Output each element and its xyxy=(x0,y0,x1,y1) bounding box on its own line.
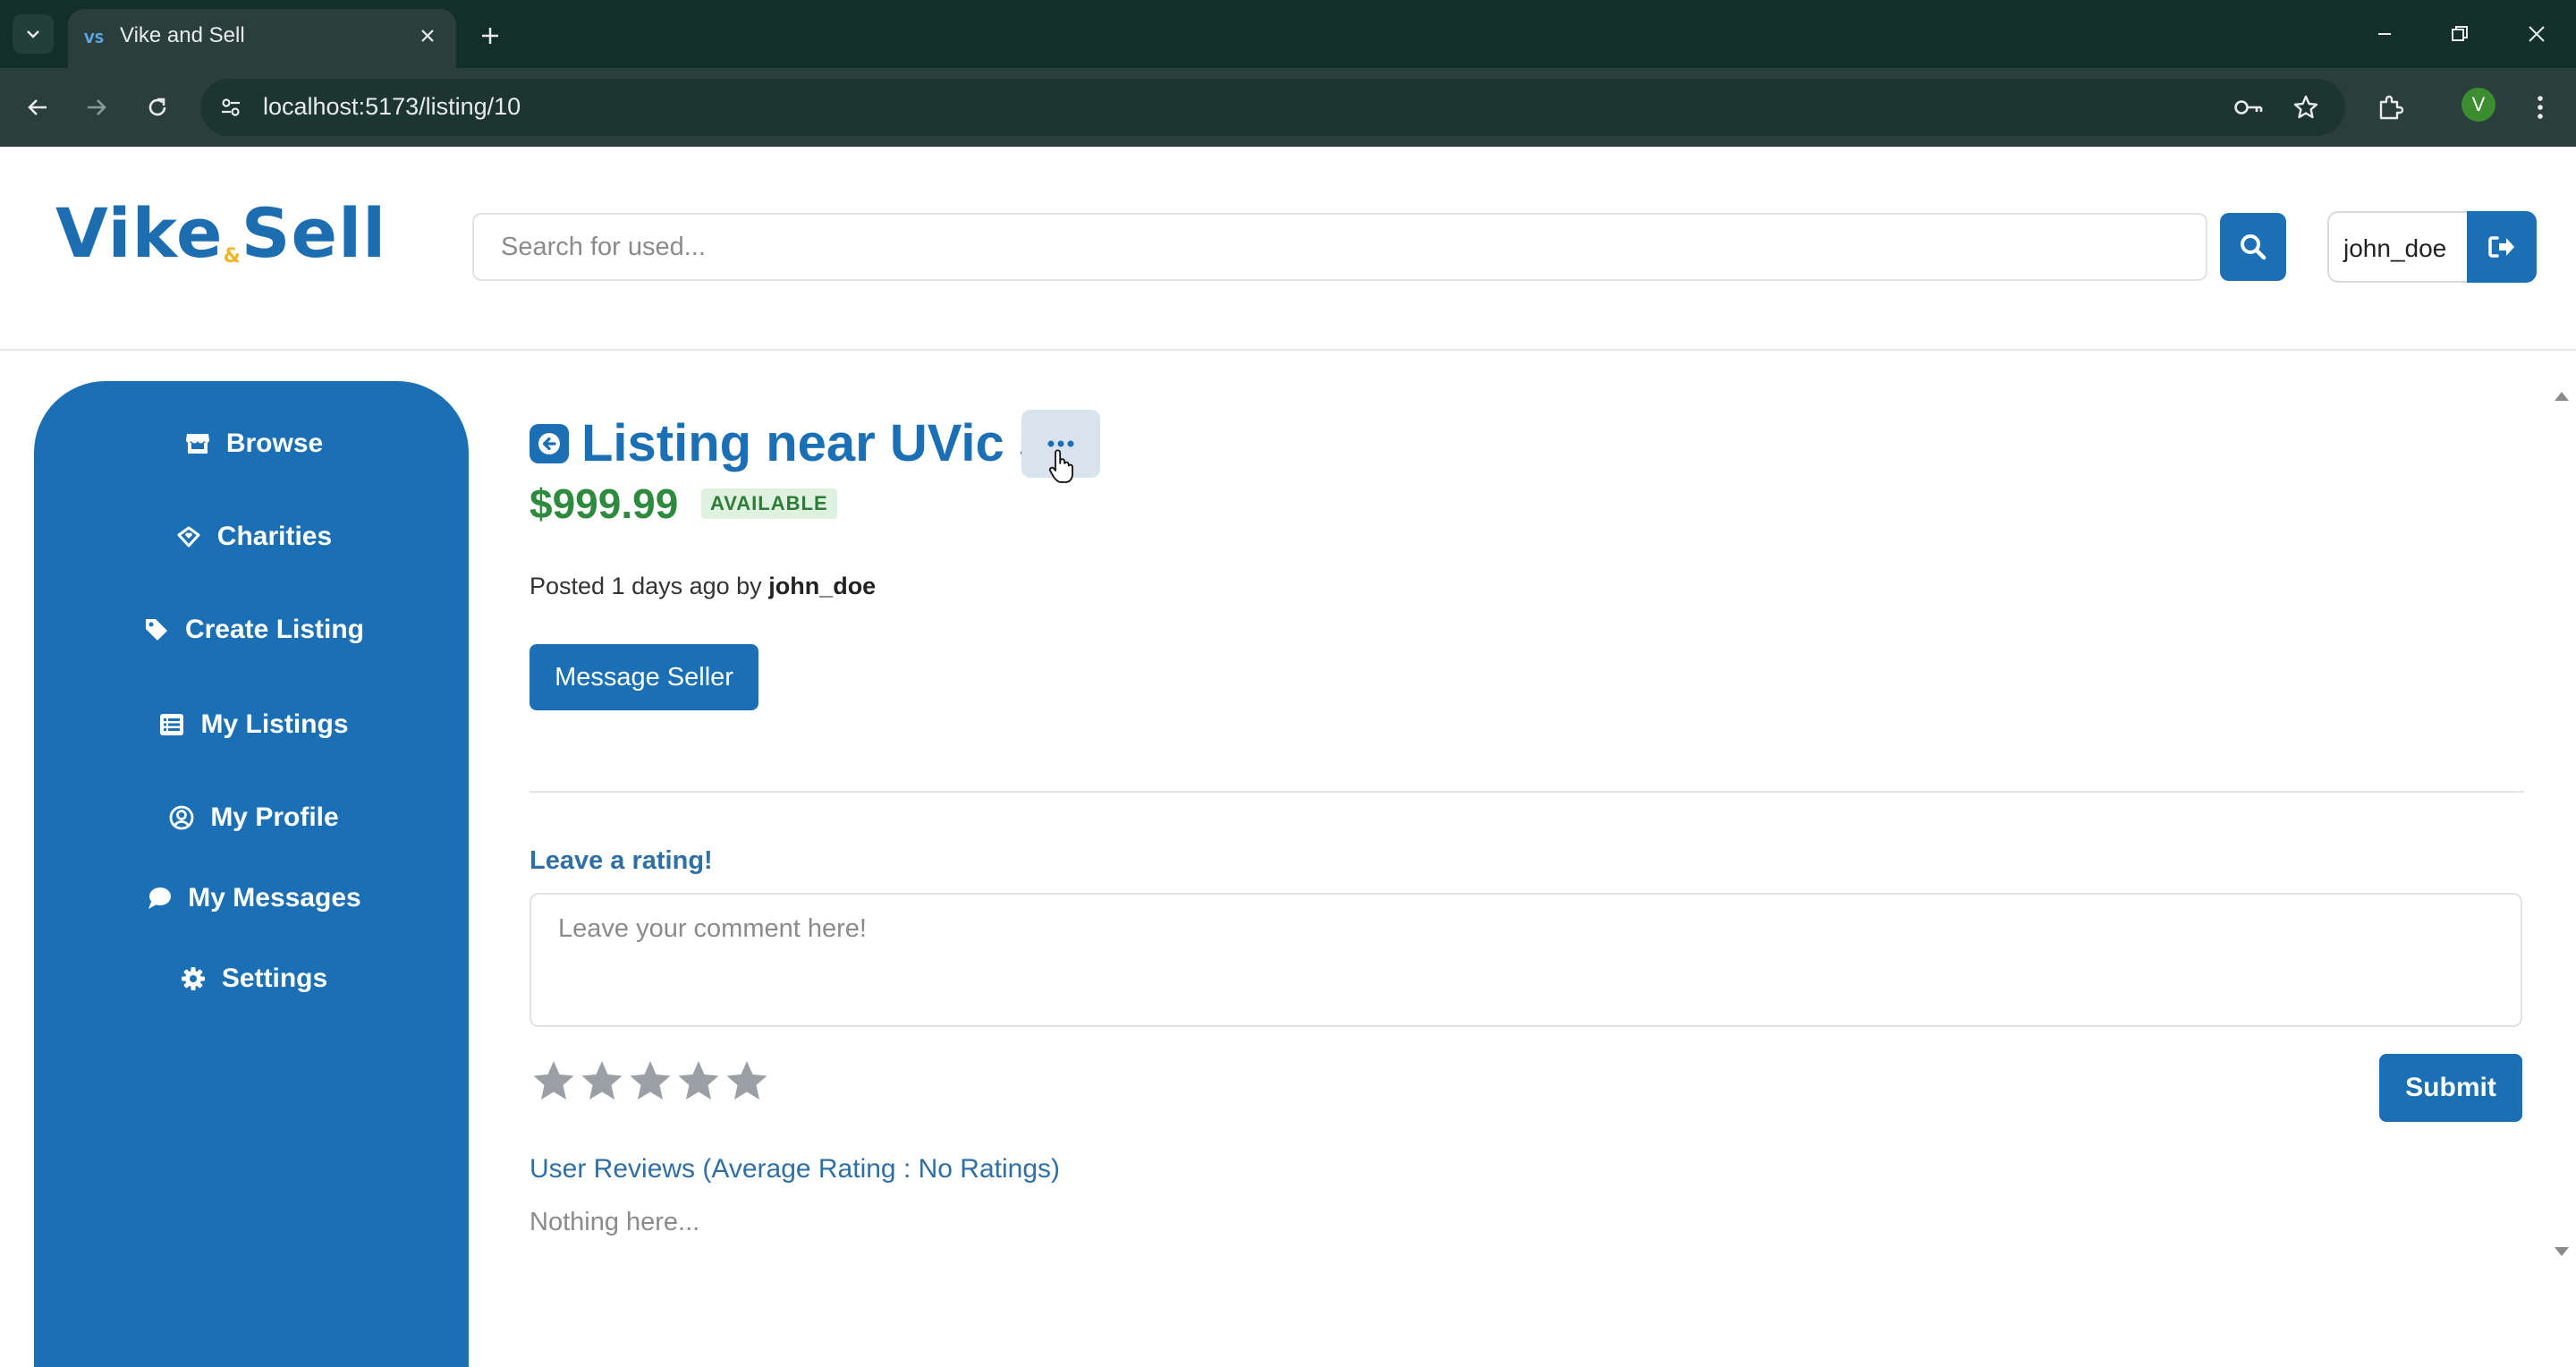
sidebar-item-my-listings[interactable]: My Listings xyxy=(34,698,469,751)
chat-bubble-icon xyxy=(141,880,177,916)
sidebar: Browse Charities Create Listing My Listi… xyxy=(34,381,469,1367)
star-1-icon[interactable] xyxy=(530,1057,578,1106)
arrow-right-icon xyxy=(88,99,106,115)
password-key-button[interactable] xyxy=(2229,88,2268,127)
reload-icon xyxy=(148,98,166,116)
divider xyxy=(530,791,2524,793)
close-icon xyxy=(421,30,434,42)
page-scrollbar[interactable] xyxy=(2547,381,2576,1276)
minimize-icon xyxy=(2378,33,2391,35)
browser-menu-button[interactable] xyxy=(2519,86,2562,129)
comment-textarea[interactable]: Leave your comment here! xyxy=(530,893,2522,1027)
sidebar-item-charities[interactable]: Charities xyxy=(34,510,469,564)
sidebar-item-label: My Listings xyxy=(200,709,349,739)
site-info-button[interactable] xyxy=(211,88,250,127)
reviews-empty-text: Nothing here... xyxy=(530,1208,700,1236)
user-circle-icon xyxy=(164,800,199,836)
close-icon xyxy=(2529,26,2545,42)
extensions-button[interactable] xyxy=(2368,86,2411,129)
site-header: Vike&Sell Search for used... john_doe xyxy=(0,147,2576,351)
url-text[interactable]: localhost:5173/listing/10 xyxy=(263,93,521,121)
posted-prefix: Posted 1 days ago by xyxy=(530,573,762,599)
tab-search-dropdown[interactable] xyxy=(13,14,54,54)
restore-button[interactable] xyxy=(2438,13,2481,55)
new-tab-button[interactable] xyxy=(472,18,508,54)
sidebar-item-label: My Profile xyxy=(210,802,339,832)
puzzle-icon xyxy=(2379,95,2403,120)
star-2-icon[interactable] xyxy=(578,1057,626,1106)
back-nav-button[interactable] xyxy=(16,86,59,129)
search-placeholder: Search for used... xyxy=(501,233,706,261)
sidebar-item-create-listing[interactable]: Create Listing xyxy=(34,603,469,657)
username-label: john_doe xyxy=(2343,234,2447,262)
sidebar-item-label: My Messages xyxy=(188,883,361,913)
star-rating[interactable] xyxy=(530,1057,771,1106)
status-badge: AVAILABLE xyxy=(701,488,837,519)
hand-pointer-cursor-icon xyxy=(1048,449,1073,483)
favicon-icon: VS xyxy=(84,30,105,47)
browser-tab[interactable]: VS Vike and Sell xyxy=(68,9,456,68)
back-button[interactable] xyxy=(530,424,569,463)
browser-toolbar: localhost:5173/listing/10 V xyxy=(0,68,2576,147)
tab-title: Vike and Sell xyxy=(120,23,245,47)
sidebar-item-label: Create Listing xyxy=(184,615,365,644)
user-name-box[interactable]: john_doe xyxy=(2327,211,2467,283)
store-icon xyxy=(180,426,216,462)
scroll-down-arrow[interactable] xyxy=(2555,1247,2569,1256)
tune-icon xyxy=(222,98,240,116)
star-outline-icon xyxy=(2293,95,2318,119)
hand-heart-icon xyxy=(171,519,207,555)
sidebar-item-browse[interactable]: Browse xyxy=(34,417,469,471)
ellipsis-icon xyxy=(1047,440,1074,447)
tab-close-button[interactable] xyxy=(413,21,442,50)
restore-icon xyxy=(2452,26,2468,41)
rating-heading: Leave a rating! xyxy=(530,846,713,875)
minimize-button[interactable] xyxy=(2363,13,2406,55)
profile-avatar[interactable]: V xyxy=(2462,88,2496,122)
more-vertical-icon xyxy=(2538,96,2543,119)
posted-info: Posted 1 days ago by john_doe xyxy=(530,573,876,600)
forward-nav-button[interactable] xyxy=(75,86,118,129)
star-4-icon[interactable] xyxy=(674,1057,723,1106)
sidebar-item-settings[interactable]: Settings xyxy=(34,952,469,1006)
chevron-down-icon xyxy=(27,30,39,38)
search-button[interactable] xyxy=(2220,213,2286,281)
search-input[interactable]: Search for used... xyxy=(472,213,2207,281)
sidebar-item-label: Charities xyxy=(216,522,333,551)
reviews-heading: User Reviews (Average Rating : No Rating… xyxy=(530,1154,1061,1184)
address-bar[interactable]: localhost:5173/listing/10 xyxy=(200,79,2345,136)
search-icon xyxy=(2241,234,2267,260)
sidebar-item-label: Browse xyxy=(225,429,324,458)
seller-name[interactable]: john_doe xyxy=(768,573,876,599)
scroll-up-arrow[interactable] xyxy=(2555,392,2569,401)
star-5-icon[interactable] xyxy=(723,1057,771,1106)
listing-price: $999.99 xyxy=(530,480,679,527)
listing-title: Listing near UVic 5 xyxy=(581,414,1048,472)
comment-placeholder: Leave your comment here! xyxy=(558,914,867,943)
browser-tabbar: VS Vike and Sell xyxy=(0,0,2576,68)
tag-icon xyxy=(139,612,174,648)
list-icon xyxy=(154,707,190,743)
sidebar-item-label: Settings xyxy=(221,964,328,993)
gear-icon xyxy=(175,961,211,997)
star-3-icon[interactable] xyxy=(626,1057,674,1106)
logo-text-left: Vike xyxy=(55,193,224,273)
arrow-left-icon xyxy=(28,99,47,115)
key-icon xyxy=(2234,100,2263,115)
reload-button[interactable] xyxy=(136,86,179,129)
logout-button[interactable] xyxy=(2467,211,2537,283)
listing-content: Listing near UVic 5 $999.99 AVAILABLE Po… xyxy=(530,381,2524,1367)
site-logo[interactable]: Vike&Sell xyxy=(55,193,386,273)
submit-rating-button[interactable]: Submit xyxy=(2379,1054,2522,1122)
logo-text-right: Sell xyxy=(241,193,387,273)
bookmark-button[interactable] xyxy=(2286,88,2326,127)
close-window-button[interactable] xyxy=(2515,13,2558,55)
plus-icon xyxy=(482,28,498,44)
logout-icon xyxy=(2488,236,2514,258)
sidebar-item-my-profile[interactable]: My Profile xyxy=(34,791,469,845)
logo-ampersand: & xyxy=(223,245,242,267)
arrow-left-circle-icon xyxy=(538,433,560,454)
sidebar-item-my-messages[interactable]: My Messages xyxy=(34,871,469,925)
message-seller-button[interactable]: Message Seller xyxy=(530,644,758,710)
